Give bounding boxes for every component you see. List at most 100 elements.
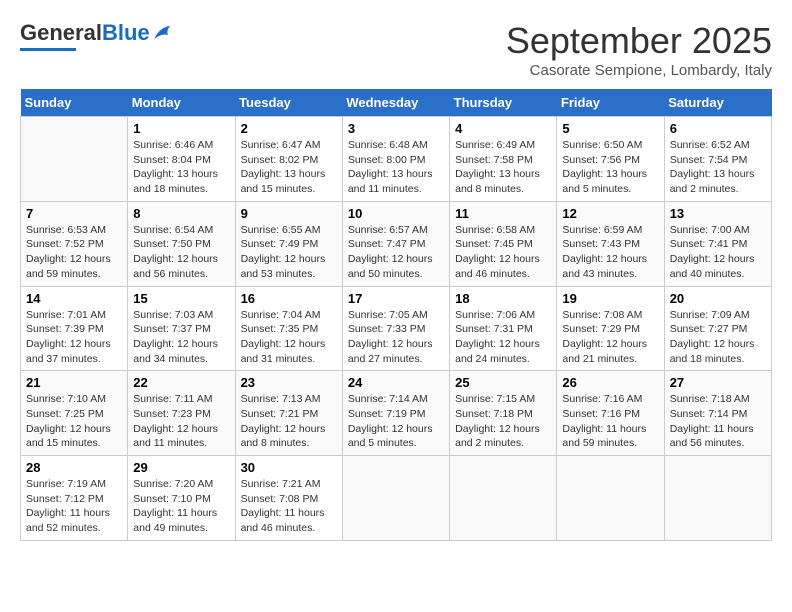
day-info: Sunrise: 7:18 AM Sunset: 7:14 PM Dayligh…: [670, 392, 766, 451]
day-info: Sunrise: 7:13 AM Sunset: 7:21 PM Dayligh…: [241, 392, 337, 451]
day-info: Sunrise: 7:04 AM Sunset: 7:35 PM Dayligh…: [241, 308, 337, 367]
calendar-cell: [342, 456, 449, 541]
day-info: Sunrise: 6:59 AM Sunset: 7:43 PM Dayligh…: [562, 223, 658, 282]
day-info: Sunrise: 7:06 AM Sunset: 7:31 PM Dayligh…: [455, 308, 551, 367]
day-number: 29: [133, 460, 229, 475]
day-info: Sunrise: 7:15 AM Sunset: 7:18 PM Dayligh…: [455, 392, 551, 451]
calendar-cell: 9 Sunrise: 6:55 AM Sunset: 7:49 PM Daylig…: [235, 201, 342, 286]
day-number: 10: [348, 206, 444, 221]
col-header-monday: Monday: [128, 89, 235, 117]
title-area: September 2025 Casorate Sempione, Lombar…: [506, 20, 772, 79]
logo-bird-icon: [152, 25, 172, 41]
day-number: 15: [133, 291, 229, 306]
day-info: Sunrise: 6:48 AM Sunset: 8:00 PM Dayligh…: [348, 138, 444, 197]
day-number: 7: [26, 206, 122, 221]
day-number: 28: [26, 460, 122, 475]
logo-general: General: [20, 20, 102, 46]
day-info: Sunrise: 7:03 AM Sunset: 7:37 PM Dayligh…: [133, 308, 229, 367]
day-info: Sunrise: 7:09 AM Sunset: 7:27 PM Dayligh…: [670, 308, 766, 367]
day-number: 22: [133, 375, 229, 390]
day-number: 16: [241, 291, 337, 306]
day-number: 19: [562, 291, 658, 306]
day-number: 8: [133, 206, 229, 221]
day-number: 5: [562, 121, 658, 136]
calendar-cell: 8 Sunrise: 6:54 AM Sunset: 7:50 PM Daylig…: [128, 201, 235, 286]
day-number: 26: [562, 375, 658, 390]
day-number: 1: [133, 121, 229, 136]
calendar-cell: 28 Sunrise: 7:19 AM Sunset: 7:12 PM Dayli…: [21, 456, 128, 541]
calendar-cell: 19 Sunrise: 7:08 AM Sunset: 7:29 PM Dayli…: [557, 286, 664, 371]
calendar-cell: 18 Sunrise: 7:06 AM Sunset: 7:31 PM Dayli…: [450, 286, 557, 371]
day-number: 2: [241, 121, 337, 136]
calendar-cell: 3 Sunrise: 6:48 AM Sunset: 8:00 PM Daylig…: [342, 117, 449, 202]
day-info: Sunrise: 6:46 AM Sunset: 8:04 PM Dayligh…: [133, 138, 229, 197]
day-info: Sunrise: 6:49 AM Sunset: 7:58 PM Dayligh…: [455, 138, 551, 197]
day-info: Sunrise: 6:54 AM Sunset: 7:50 PM Dayligh…: [133, 223, 229, 282]
calendar-cell: 20Sunrise: 7:09 AM Sunset: 7:27 PM Dayli…: [664, 286, 771, 371]
calendar-cell: 11 Sunrise: 6:58 AM Sunset: 7:45 PM Dayli…: [450, 201, 557, 286]
calendar-cell: 12 Sunrise: 6:59 AM Sunset: 7:43 PM Dayli…: [557, 201, 664, 286]
day-info: Sunrise: 6:52 AM Sunset: 7:54 PM Dayligh…: [670, 138, 766, 197]
calendar-cell: 30Sunrise: 7:21 AM Sunset: 7:08 PM Dayli…: [235, 456, 342, 541]
logo: General Blue: [20, 20, 172, 51]
day-info: Sunrise: 6:50 AM Sunset: 7:56 PM Dayligh…: [562, 138, 658, 197]
day-info: Sunrise: 7:05 AM Sunset: 7:33 PM Dayligh…: [348, 308, 444, 367]
day-number: 23: [241, 375, 337, 390]
day-number: 13: [670, 206, 766, 221]
calendar-cell: 27Sunrise: 7:18 AM Sunset: 7:14 PM Dayli…: [664, 371, 771, 456]
calendar-cell: 23 Sunrise: 7:13 AM Sunset: 7:21 PM Dayli…: [235, 371, 342, 456]
day-info: Sunrise: 7:21 AM Sunset: 7:08 PM Dayligh…: [241, 477, 337, 536]
logo-underline: [20, 48, 76, 51]
calendar-cell: 5 Sunrise: 6:50 AM Sunset: 7:56 PM Daylig…: [557, 117, 664, 202]
day-number: 25: [455, 375, 551, 390]
calendar-cell: [450, 456, 557, 541]
day-info: Sunrise: 7:19 AM Sunset: 7:12 PM Dayligh…: [26, 477, 122, 536]
calendar-cell: 1 Sunrise: 6:46 AM Sunset: 8:04 PM Daylig…: [128, 117, 235, 202]
logo-blue: Blue: [102, 20, 150, 46]
day-info: Sunrise: 7:20 AM Sunset: 7:10 PM Dayligh…: [133, 477, 229, 536]
calendar-cell: 16 Sunrise: 7:04 AM Sunset: 7:35 PM Dayli…: [235, 286, 342, 371]
day-info: Sunrise: 7:00 AM Sunset: 7:41 PM Dayligh…: [670, 223, 766, 282]
calendar-week-row: 7Sunrise: 6:53 AM Sunset: 7:52 PM Daylig…: [21, 201, 772, 286]
calendar-cell: 24 Sunrise: 7:14 AM Sunset: 7:19 PM Dayli…: [342, 371, 449, 456]
calendar-cell: [664, 456, 771, 541]
day-info: Sunrise: 7:16 AM Sunset: 7:16 PM Dayligh…: [562, 392, 658, 451]
col-header-friday: Friday: [557, 89, 664, 117]
calendar-cell: 4 Sunrise: 6:49 AM Sunset: 7:58 PM Daylig…: [450, 117, 557, 202]
location: Casorate Sempione, Lombardy, Italy: [506, 62, 772, 79]
day-info: Sunrise: 6:47 AM Sunset: 8:02 PM Dayligh…: [241, 138, 337, 197]
calendar-cell: 6 Sunrise: 6:52 AM Sunset: 7:54 PM Daylig…: [664, 117, 771, 202]
calendar-cell: 26 Sunrise: 7:16 AM Sunset: 7:16 PM Dayli…: [557, 371, 664, 456]
day-number: 12: [562, 206, 658, 221]
day-info: Sunrise: 7:10 AM Sunset: 7:25 PM Dayligh…: [26, 392, 122, 451]
day-number: 14: [26, 291, 122, 306]
day-number: 24: [348, 375, 444, 390]
day-info: Sunrise: 7:08 AM Sunset: 7:29 PM Dayligh…: [562, 308, 658, 367]
day-info: Sunrise: 6:55 AM Sunset: 7:49 PM Dayligh…: [241, 223, 337, 282]
calendar-cell: 15 Sunrise: 7:03 AM Sunset: 7:37 PM Dayli…: [128, 286, 235, 371]
calendar-cell: 21 Sunrise: 7:10 AM Sunset: 7:25 PM Dayli…: [21, 371, 128, 456]
day-number: 18: [455, 291, 551, 306]
day-info: Sunrise: 7:11 AM Sunset: 7:23 PM Dayligh…: [133, 392, 229, 451]
calendar-cell: 7Sunrise: 6:53 AM Sunset: 7:52 PM Daylig…: [21, 201, 128, 286]
col-header-sunday: Sunday: [21, 89, 128, 117]
day-number: 3: [348, 121, 444, 136]
calendar-week-row: 21 Sunrise: 7:10 AM Sunset: 7:25 PM Dayli…: [21, 371, 772, 456]
col-header-saturday: Saturday: [664, 89, 771, 117]
day-info: Sunrise: 7:01 AM Sunset: 7:39 PM Dayligh…: [26, 308, 122, 367]
header: General Blue September 2025 Casorate Sem…: [20, 20, 772, 79]
day-number: 6: [670, 121, 766, 136]
calendar-cell: [21, 117, 128, 202]
day-number: 4: [455, 121, 551, 136]
day-info: Sunrise: 6:57 AM Sunset: 7:47 PM Dayligh…: [348, 223, 444, 282]
day-number: 11: [455, 206, 551, 221]
calendar-week-row: 14 Sunrise: 7:01 AM Sunset: 7:39 PM Dayli…: [21, 286, 772, 371]
day-info: Sunrise: 6:58 AM Sunset: 7:45 PM Dayligh…: [455, 223, 551, 282]
calendar-cell: 29 Sunrise: 7:20 AM Sunset: 7:10 PM Dayli…: [128, 456, 235, 541]
calendar-table: SundayMondayTuesdayWednesdayThursdayFrid…: [20, 89, 772, 541]
day-number: 9: [241, 206, 337, 221]
calendar-cell: 14 Sunrise: 7:01 AM Sunset: 7:39 PM Dayli…: [21, 286, 128, 371]
calendar-week-row: 1 Sunrise: 6:46 AM Sunset: 8:04 PM Daylig…: [21, 117, 772, 202]
day-info: Sunrise: 7:14 AM Sunset: 7:19 PM Dayligh…: [348, 392, 444, 451]
day-number: 21: [26, 375, 122, 390]
